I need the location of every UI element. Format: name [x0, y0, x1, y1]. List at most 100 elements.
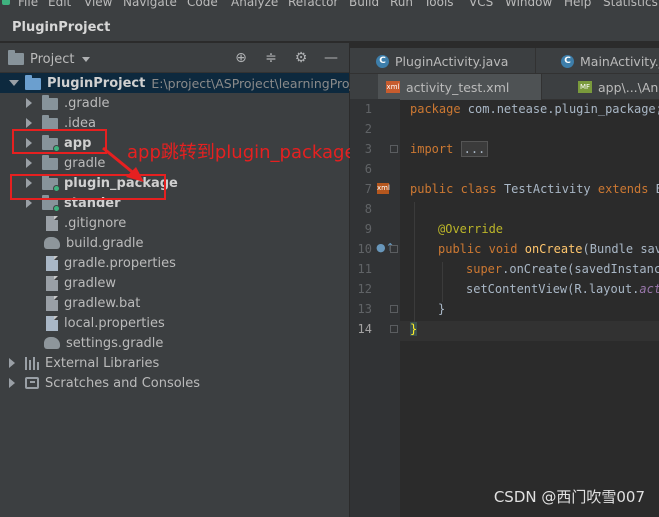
line-number: 1: [364, 102, 372, 116]
hide-icon[interactable]: —: [323, 50, 339, 66]
project-title[interactable]: PluginProject: [12, 20, 110, 35]
tree-item-local-properties[interactable]: local.properties: [0, 313, 349, 333]
gear-icon[interactable]: ⚙: [293, 50, 309, 66]
tree-item-gitignore[interactable]: .gitignore: [0, 213, 349, 233]
tab-main-activity[interactable]: C MainActivity.java: [553, 48, 659, 74]
tree-item-label: gradle.properties: [64, 255, 176, 271]
line-number: 10: [357, 242, 372, 256]
indent-guide: [442, 262, 443, 302]
line-number: 7: [364, 182, 372, 196]
tree-item-label: .gitignore: [64, 215, 127, 231]
crosshair-icon[interactable]: ⊕: [233, 50, 249, 66]
menu-tools[interactable]: Tools: [424, 0, 454, 9]
indent-guide: [414, 202, 415, 322]
line-number: 6: [364, 162, 372, 176]
fold-marker-icon[interactable]: [390, 145, 398, 153]
tab-plugin-activity[interactable]: C PluginActivity.java: [368, 48, 536, 74]
expand-arrow-icon[interactable]: [26, 98, 32, 108]
expand-arrow-icon[interactable]: [9, 358, 15, 368]
tree-item-label: local.properties: [64, 315, 165, 331]
layout-file-gutter-icon[interactable]: xml: [377, 183, 390, 194]
tree-item-gradle-dir[interactable]: .gradle: [0, 93, 349, 113]
project-panel-header: Project ⊕ ≑ ⚙ —: [0, 43, 349, 73]
java-class-icon: C: [561, 54, 574, 68]
fold-marker-icon[interactable]: [390, 245, 398, 253]
menu-build[interactable]: Build: [349, 0, 379, 9]
line-number: 11: [357, 262, 372, 276]
collapse-icon[interactable]: ≑: [263, 50, 279, 66]
properties-icon: [46, 315, 58, 331]
line-number: 2: [364, 122, 372, 136]
project-panel: Project ⊕ ≑ ⚙ — PluginProject E:\project…: [0, 43, 384, 517]
fold-marker-icon[interactable]: [390, 325, 398, 333]
tree-item-build-gradle[interactable]: build.gradle: [0, 233, 349, 253]
line-number: 3: [364, 142, 372, 156]
editor-gutter: 1 2 3 6 7 8 9 10 11 12 13 14 xml ●↑: [350, 99, 400, 517]
code-area[interactable]: package com.netease.plugin_package; impo…: [400, 99, 659, 517]
menu-help[interactable]: Help: [564, 0, 591, 9]
menu-edit[interactable]: Edit: [48, 0, 71, 9]
code-line-7: public class TestActivity extends Ba: [410, 182, 659, 196]
panel-toolbar: ⊕ ≑ ⚙ —: [233, 50, 339, 66]
tab-label: activity_test.xml: [406, 79, 510, 95]
file-icon: [46, 275, 58, 291]
folded-imports[interactable]: ...: [460, 141, 489, 157]
menu-run[interactable]: Run: [390, 0, 413, 9]
annotation-arrow-icon: [102, 146, 144, 182]
expand-arrow-icon[interactable]: [9, 378, 15, 388]
menu-navigate[interactable]: Navigate: [123, 0, 177, 9]
tree-item-root[interactable]: PluginProject E:\project\ASProject\learn…: [0, 73, 384, 93]
java-class-icon: C: [376, 54, 389, 68]
library-icon: [25, 356, 39, 370]
scratch-icon: [25, 377, 39, 389]
properties-icon: [46, 255, 58, 271]
menu-code[interactable]: Code: [187, 0, 218, 9]
menu-refactor[interactable]: Refactor: [288, 0, 338, 9]
tree-item-label: gradlew.bat: [64, 295, 141, 311]
watermark: CSDN @西门吹雪007: [493, 488, 645, 506]
tree-item-label: settings.gradle: [66, 335, 164, 351]
tab-android-manifest[interactable]: MF app\...\And: [570, 74, 659, 100]
tab-activity-test-xml[interactable]: xml activity_test.xml: [378, 74, 542, 100]
tree-item-gradlew-bat[interactable]: gradlew.bat: [0, 293, 349, 313]
menu-window[interactable]: Window: [505, 0, 552, 9]
tree-item-label: build.gradle: [66, 235, 144, 251]
tree-item-label: External Libraries: [45, 355, 160, 371]
fold-marker-icon[interactable]: [390, 305, 398, 313]
tree-item-gradlew[interactable]: gradlew: [0, 273, 349, 293]
expand-arrow-icon[interactable]: [26, 118, 32, 128]
override-gutter-icon[interactable]: ●↑: [376, 242, 395, 253]
code-line-3: import ...: [410, 141, 489, 157]
tab-label: PluginActivity.java: [395, 53, 509, 69]
menu-statistics[interactable]: Statistics: [603, 0, 658, 9]
project-view-label: Project: [30, 51, 75, 67]
menu-analyze[interactable]: Analyze: [231, 0, 278, 9]
line-number: 8: [364, 202, 372, 216]
folder-icon: [8, 50, 24, 65]
tab-label: app\...\And: [598, 79, 659, 95]
expand-arrow-icon[interactable]: [9, 80, 19, 86]
tree-item-label: PluginProject: [47, 75, 146, 91]
code-line-11: super.onCreate(savedInstance: [466, 262, 659, 276]
tree-item-scratches[interactable]: Scratches and Consoles: [0, 373, 349, 393]
menu-bar: File Edit View Navigate Code Analyze Ref…: [0, 0, 659, 12]
file-icon: [46, 215, 58, 231]
annotation-text: app跳转到plugin_package: [127, 142, 356, 163]
project-view-dropdown[interactable]: Project: [8, 49, 91, 69]
xml-file-icon: xml: [386, 81, 400, 93]
expand-arrow-icon[interactable]: [26, 158, 32, 168]
menu-vcs[interactable]: VCS: [469, 0, 493, 9]
code-line-10: public void onCreate(Bundle save: [438, 242, 659, 256]
tree-item-external-libraries[interactable]: External Libraries: [0, 353, 349, 373]
code-line-12: setContentView(R.layout.act: [466, 282, 659, 296]
folder-icon: [42, 155, 58, 170]
tree-item-label: .gradle: [64, 95, 110, 111]
menu-file[interactable]: File: [18, 0, 38, 9]
tree-item-gradle-properties[interactable]: gradle.properties: [0, 253, 349, 273]
code-line-9: @Override: [438, 222, 504, 236]
tree-item-settings-gradle[interactable]: settings.gradle: [0, 333, 349, 353]
code-line-14: }: [410, 322, 418, 336]
menu-view[interactable]: View: [84, 0, 112, 9]
file-icon: [46, 295, 58, 311]
chevron-down-icon: [82, 56, 91, 62]
